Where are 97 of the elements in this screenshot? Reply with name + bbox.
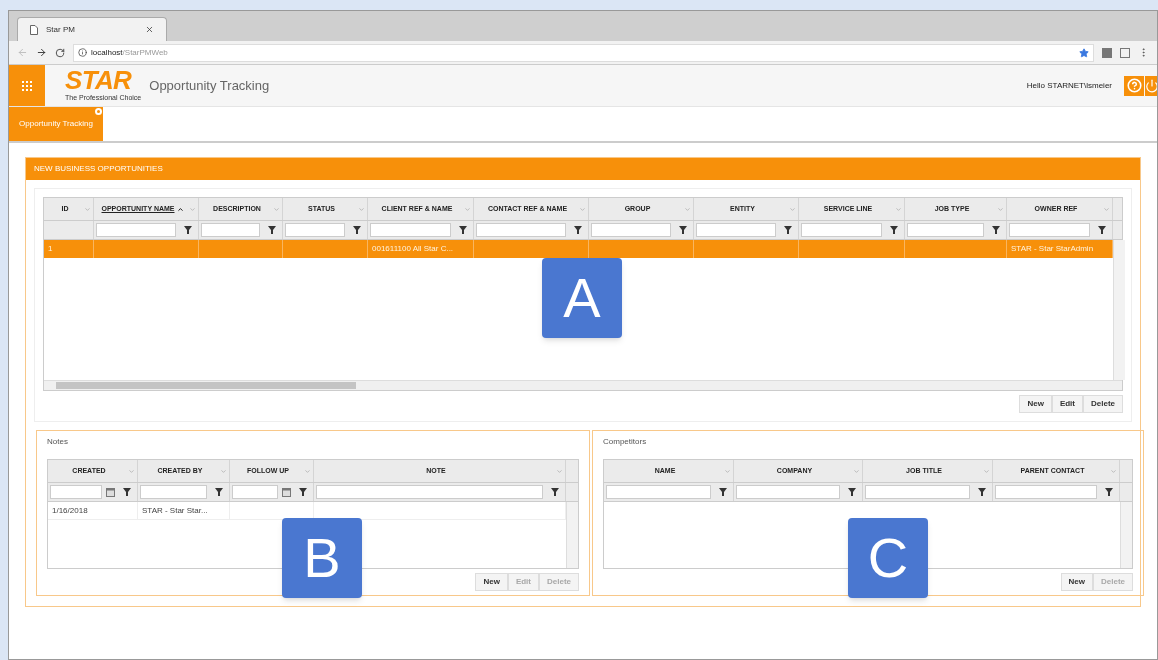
filter-icon[interactable] [299,488,307,496]
caret-icon[interactable] [304,468,311,475]
filter-icon[interactable] [719,488,727,496]
toolbar-button[interactable]: New [475,573,508,591]
filter-field[interactable] [285,223,345,237]
caret-icon[interactable] [1110,468,1117,475]
address-field[interactable]: localhost/StarPMWeb [73,43,1094,62]
filter-icon[interactable] [784,226,792,234]
filter-icon[interactable] [992,226,1000,234]
logo: STAR [65,67,132,94]
filter-field[interactable] [316,485,543,499]
calendar-icon[interactable] [106,487,115,497]
filter-icon[interactable] [123,488,131,496]
filter-field[interactable] [865,485,970,499]
user-greeting: Hello STARNET\lsmeier [1026,79,1112,92]
filter-icon[interactable] [1098,226,1106,234]
caret-icon[interactable] [789,206,796,213]
close-icon[interactable] [145,25,154,34]
toolbar-button[interactable]: Delete [1083,395,1123,413]
filter-field[interactable] [591,223,671,237]
toolbar-button[interactable]: New [1060,573,1093,591]
filter-icon[interactable] [268,226,276,234]
filter-field[interactable] [696,223,776,237]
filter-field[interactable] [232,485,278,499]
filter-icon[interactable] [1105,488,1113,496]
caret-icon[interactable] [724,468,731,475]
filter-field[interactable] [801,223,882,237]
help-button[interactable] [1124,75,1144,96]
filter-icon[interactable] [978,488,986,496]
filter-icon[interactable] [679,226,687,234]
extension-icon[interactable] [1102,47,1112,58]
page-icon [30,24,38,35]
vertical-scrollbar[interactable] [566,502,578,568]
caret-icon[interactable] [997,206,1004,213]
caret-icon[interactable] [358,206,365,213]
callout-badge: C [848,518,928,598]
vertical-scrollbar[interactable] [1113,240,1125,380]
back-icon[interactable] [17,47,28,58]
filter-field[interactable] [606,485,711,499]
table-cell: STAR - Star StarAdmin [1011,243,1094,255]
vertical-scrollbar[interactable] [1120,502,1132,568]
filter-icon[interactable] [890,226,898,234]
caret-icon[interactable] [464,206,471,213]
filter-icon[interactable] [459,226,467,234]
caret-icon[interactable] [853,468,860,475]
calendar-icon[interactable] [282,487,291,497]
tab-title: Star PM [46,23,76,36]
filter-field[interactable] [1009,223,1090,237]
caret-icon[interactable] [556,468,563,475]
filter-icon[interactable] [848,488,856,496]
caret-icon[interactable] [220,468,227,475]
filter-field[interactable] [140,485,207,499]
caret-icon[interactable] [273,206,280,213]
forward-icon[interactable] [36,47,47,58]
caret-icon[interactable] [684,206,691,213]
horizontal-scrollbar[interactable] [44,380,1122,390]
filter-icon[interactable] [574,226,582,234]
toolbar-button[interactable]: Edit [1051,395,1083,413]
table-cell: 001611100 All Star C... [372,243,454,255]
caret-icon[interactable] [128,468,135,475]
filter-field[interactable] [201,223,260,237]
filter-icon[interactable] [551,488,559,496]
reload-icon[interactable] [55,47,65,58]
caret-icon[interactable] [189,206,196,213]
callout-badge: A [542,258,622,338]
app-menu-button[interactable] [9,65,45,106]
caret-icon[interactable] [983,468,990,475]
grid-icon [22,80,32,91]
section-title: Notes [47,436,69,448]
filter-icon[interactable] [353,226,361,234]
table-cell: 1 [48,243,53,255]
caret-icon[interactable] [84,206,91,213]
table-cell: 1/16/2018 [52,504,88,517]
filter-field[interactable] [50,485,102,499]
info-icon [78,48,87,57]
filter-field[interactable] [476,223,566,237]
filter-icon[interactable] [215,488,223,496]
callout-badge: B [282,518,362,598]
table-cell: STAR - Star Star... [142,504,208,517]
toolbar-button[interactable]: New [1019,395,1052,413]
caret-icon[interactable] [579,206,586,213]
filter-icon[interactable] [184,226,192,234]
filter-field[interactable] [907,223,984,237]
filter-field[interactable] [995,485,1097,499]
star-icon[interactable] [1079,47,1089,58]
filter-field[interactable] [96,223,176,237]
app-title: Opportunity Tracking [149,76,270,95]
filter-field[interactable] [736,485,840,499]
filter-field[interactable] [370,223,451,237]
caret-icon[interactable] [895,206,902,213]
panel-header: NEW BUSINESS OPPORTUNITIES [26,158,1140,180]
section-title: Competitors [603,436,648,448]
caret-icon[interactable] [1103,206,1110,213]
browser-tab[interactable]: Star PM [17,17,167,41]
table-row[interactable]: 1/16/2018 STAR - Star Star... [48,502,566,520]
extension-icon[interactable] [1120,47,1130,58]
power-button[interactable] [1145,75,1157,96]
